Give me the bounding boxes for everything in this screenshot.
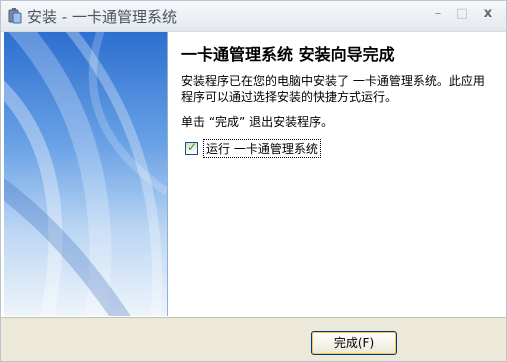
button-bar: 完成(F): [1, 317, 506, 361]
run-app-checkbox-row[interactable]: ✓ 运行 一卡通管理系统: [185, 139, 321, 158]
completion-message: 安装程序已在您的电脑中安装了 一卡通管理系统。此应用程序可以通过选择安装的快捷方…: [181, 74, 485, 104]
completion-heading: 一卡通管理系统 安装向导完成: [181, 45, 395, 64]
maximize-button[interactable]: □: [453, 6, 471, 22]
run-app-label[interactable]: 运行 一卡通管理系统: [203, 139, 321, 158]
installer-app-icon: [7, 7, 23, 25]
finish-button[interactable]: 完成(F): [311, 331, 397, 355]
installer-window: 安装 - 一卡通管理系统 – □ x 一卡通管理系统 安装向导完成 安装程序已在…: [0, 0, 507, 362]
close-button[interactable]: x: [479, 6, 497, 22]
wizard-banner-image: [4, 32, 168, 316]
run-app-checkbox[interactable]: ✓: [185, 140, 198, 155]
title-bar[interactable]: 安装 - 一卡通管理系统 – □ x: [1, 1, 506, 32]
window-title: 安装 - 一卡通管理系统: [27, 8, 177, 26]
exit-instruction: 单击 “完成” 退出安装程序。: [181, 115, 334, 129]
checkmark-icon: ✓: [187, 140, 198, 154]
minimize-button[interactable]: –: [429, 6, 447, 22]
